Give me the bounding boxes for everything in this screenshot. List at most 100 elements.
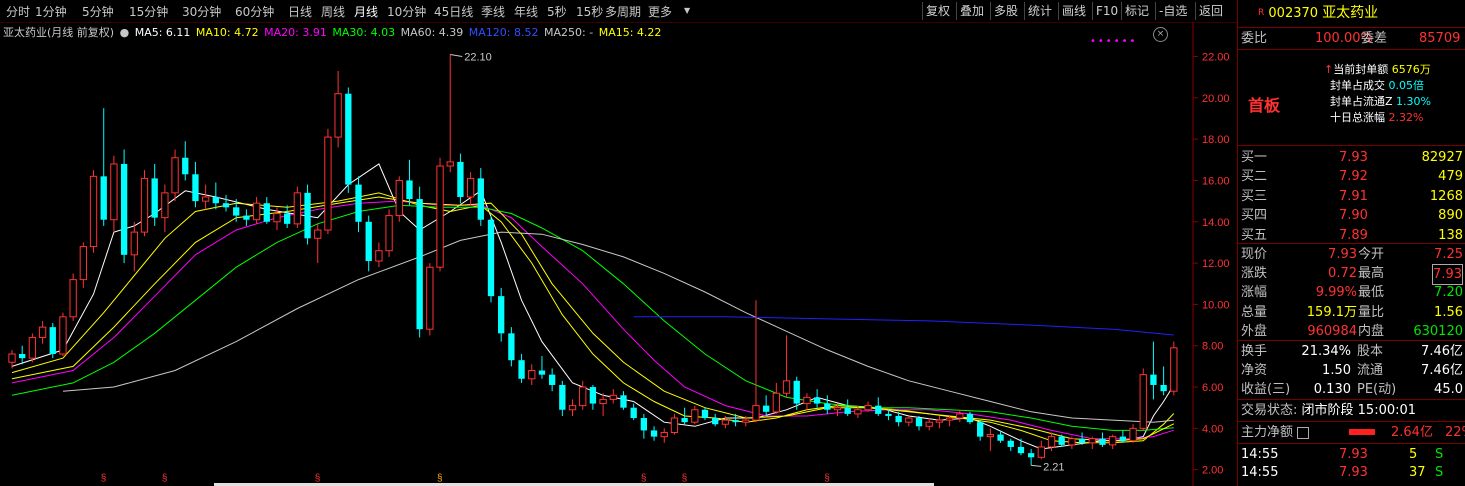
trade-state: 闭市阶段 15:00:01 bbox=[1301, 403, 1417, 418]
toolbar-button-7[interactable]: -自选 bbox=[1155, 2, 1195, 20]
period-tab[interactable]: 月线 bbox=[354, 3, 378, 20]
stock-header: R 002370 亚太药业 bbox=[1258, 4, 1378, 23]
ten-day: 2.32% bbox=[1388, 111, 1424, 124]
candle-up bbox=[140, 177, 149, 233]
period-tab[interactable]: 分时 bbox=[6, 3, 30, 20]
toolbar-button-6[interactable]: 标记 bbox=[1121, 2, 1155, 20]
candle-down bbox=[345, 93, 352, 185]
candle-up bbox=[854, 409, 862, 415]
info-value: 1.50 bbox=[1322, 363, 1351, 378]
bid-row[interactable]: 买四 7.90 890 bbox=[1241, 206, 1465, 225]
candle-down bbox=[895, 415, 902, 423]
candle-up bbox=[171, 157, 179, 194]
info-label-2: 股本 bbox=[1357, 344, 1384, 359]
toolbar-button-0[interactable]: 复权 bbox=[922, 2, 956, 20]
period-tab[interactable]: 10分钟 bbox=[387, 3, 426, 20]
more-dropdown-icon[interactable]: ▼ bbox=[684, 6, 690, 15]
candle-down bbox=[192, 174, 199, 202]
period-tab[interactable]: 年线 bbox=[514, 3, 538, 20]
toolbar-button-3[interactable]: 统计 bbox=[1024, 2, 1058, 20]
candle-up bbox=[986, 434, 995, 438]
toolbar-button-8[interactable]: 返回 bbox=[1195, 2, 1227, 20]
stat-label-2: 内盘 bbox=[1358, 323, 1385, 339]
info-label-2: 流通 bbox=[1357, 363, 1384, 378]
candle-down bbox=[885, 413, 892, 416]
period-tab[interactable]: 60分钟 bbox=[235, 3, 274, 20]
ma-line-ma60 bbox=[62, 231, 1174, 423]
info-row: 收益(三) 0.130 PE(动) 45.0 bbox=[1241, 380, 1465, 399]
candle-down bbox=[1027, 453, 1035, 458]
candle-up bbox=[38, 326, 47, 338]
period-tab[interactable]: 周线 bbox=[321, 3, 345, 20]
seal-turnover: 0.05倍 bbox=[1388, 79, 1425, 92]
stat-value: 0.72 bbox=[1328, 266, 1357, 282]
list-icon[interactable] bbox=[1297, 426, 1310, 439]
main-flow-pct: 22% bbox=[1445, 425, 1465, 440]
weicha-label: 委差 bbox=[1361, 31, 1388, 46]
weicha-value: 85709 bbox=[1419, 31, 1461, 46]
event-marker-icon: § bbox=[162, 473, 168, 484]
info-value-2: 45.0 bbox=[1434, 382, 1463, 397]
stat-value-2: 630120 bbox=[1413, 323, 1463, 339]
bid-row[interactable]: 买二 7.92 479 bbox=[1241, 167, 1465, 186]
info-row: 净资 1.50 流通 7.46亿 bbox=[1241, 361, 1465, 380]
candle-down bbox=[222, 203, 230, 208]
event-marker-icon: § bbox=[101, 473, 107, 484]
candle-up bbox=[334, 93, 342, 138]
period-tab[interactable]: 5秒 bbox=[547, 3, 567, 20]
info-value: 0.130 bbox=[1313, 382, 1351, 397]
candle-down bbox=[498, 296, 505, 334]
period-tab[interactable]: 日线 bbox=[288, 3, 312, 20]
toolbar-button-1[interactable]: 叠加 bbox=[956, 2, 990, 20]
y-tick-label: 4.00 bbox=[1202, 423, 1223, 435]
bid-row[interactable]: 买三 7.91 1268 bbox=[1241, 187, 1465, 206]
bid-row[interactable]: 买一 7.93 82927 bbox=[1241, 148, 1465, 167]
tick-volume: 37 bbox=[1409, 465, 1426, 480]
candle-down bbox=[712, 418, 719, 425]
stat-label: 现价 bbox=[1241, 247, 1268, 262]
bid-row[interactable]: 买五 7.89 138 bbox=[1241, 226, 1465, 245]
tick-price: 7.93 bbox=[1339, 465, 1368, 480]
high-price-label: 22.10 bbox=[464, 51, 492, 63]
period-tab[interactable]: 15分钟 bbox=[129, 3, 168, 20]
candle-down bbox=[1017, 446, 1025, 454]
period-tab[interactable]: 45日线 bbox=[434, 3, 473, 20]
candle-down bbox=[813, 397, 821, 404]
candle-down bbox=[875, 405, 882, 414]
candle-up bbox=[1037, 446, 1045, 458]
candle-down bbox=[620, 395, 627, 408]
period-tab[interactable]: 多周期 bbox=[605, 3, 641, 20]
period-tab[interactable]: 更多 bbox=[648, 3, 672, 20]
period-tab[interactable]: 5分钟 bbox=[82, 3, 114, 20]
toolbar-button-2[interactable]: 多股 bbox=[990, 2, 1024, 20]
y-tick-label: 10.00 bbox=[1202, 299, 1230, 311]
candle-down bbox=[182, 157, 189, 175]
stat-label: 涨跌 bbox=[1241, 266, 1268, 282]
period-tab[interactable]: 30分钟 bbox=[182, 3, 221, 20]
bid-label: 买三 bbox=[1241, 188, 1268, 204]
seal-float-label: 封单占流通Z bbox=[1330, 95, 1393, 108]
candle-up bbox=[905, 417, 913, 423]
tick-time: 14:55 bbox=[1241, 465, 1279, 480]
seal-turnover-label: 封单占成交 bbox=[1330, 79, 1385, 92]
candle-up bbox=[466, 177, 475, 198]
stat-row: 现价 7.93 今开 7.25 bbox=[1241, 245, 1465, 264]
candle-down bbox=[487, 219, 495, 297]
trade-state-label: 交易状态: bbox=[1241, 403, 1298, 418]
period-tab[interactable]: 季线 bbox=[481, 3, 505, 20]
toolbar-button-5[interactable]: F10 bbox=[1092, 2, 1121, 20]
kline-chart[interactable]: 22.00 20.00 18.00 16.00 14.00 12.00 10.00 8.00 6… bbox=[0, 22, 1237, 486]
y-tick-label: 22.00 bbox=[1202, 52, 1230, 64]
info-label: 净资 bbox=[1241, 363, 1268, 378]
candle-up bbox=[8, 353, 16, 363]
candle-up bbox=[436, 165, 444, 268]
period-tab[interactable]: 1分钟 bbox=[35, 3, 67, 20]
seal-float-row: 封单占流通Z 1.30% bbox=[1324, 94, 1431, 110]
candle-down bbox=[997, 434, 1004, 441]
toolbar-button-4[interactable]: 画线 bbox=[1058, 2, 1092, 20]
period-tab[interactable]: 15秒 bbox=[576, 3, 603, 20]
y-tick-label: 16.00 bbox=[1202, 175, 1230, 187]
candle-down bbox=[100, 176, 107, 220]
candle-down bbox=[457, 161, 464, 197]
candle-down bbox=[1150, 374, 1157, 385]
